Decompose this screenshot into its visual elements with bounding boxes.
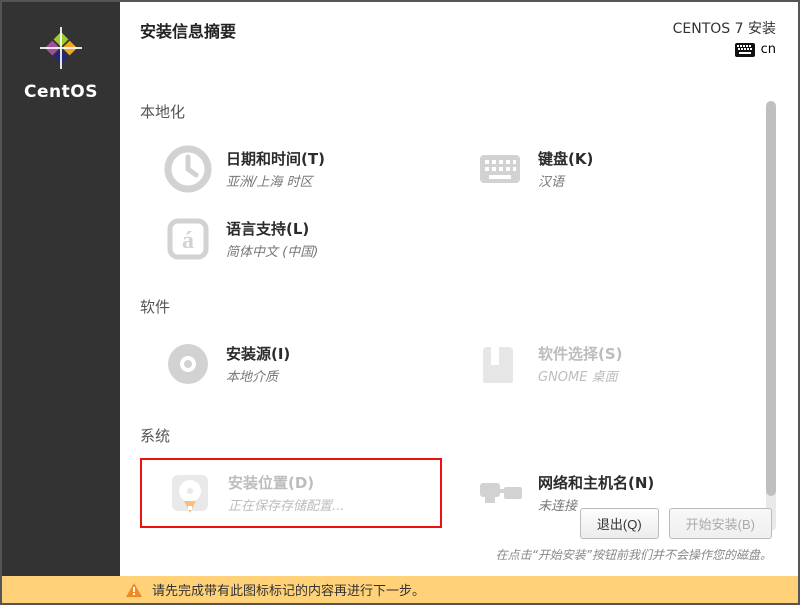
- section-title-software: 软件: [140, 296, 754, 317]
- spoke-keyboard[interactable]: 键盘(K) 汉语: [452, 134, 754, 204]
- keyboard-indicator[interactable]: cn: [735, 42, 776, 57]
- spoke-label: 日期和时间(T): [226, 148, 325, 169]
- warning-icon: [126, 583, 142, 597]
- begin-install-button[interactable]: 开始安装(B): [669, 508, 772, 539]
- package-icon: [476, 340, 524, 388]
- scrollbar-thumb[interactable]: [766, 101, 776, 496]
- spoke-label: 安装源(I): [226, 343, 290, 364]
- hard-disk-icon: [166, 469, 214, 517]
- disc-icon: [164, 340, 212, 388]
- svg-text:á: á: [182, 228, 194, 254]
- header: 安装信息摘要 CENTOS 7 安装 cn: [140, 18, 776, 61]
- keyboard-code: cn: [761, 42, 776, 57]
- spoke-status: 本地介质: [226, 366, 290, 385]
- spoke-language[interactable]: á 语言支持(L) 简体中文 (中国): [140, 204, 442, 274]
- section-title-system: 系统: [140, 425, 754, 446]
- language-icon: á: [164, 215, 212, 263]
- spoke-software-selection[interactable]: 软件选择(S) GNOME 桌面: [452, 329, 754, 399]
- spoke-install-source[interactable]: 安装源(I) 本地介质: [140, 329, 442, 399]
- keyboard-icon: [735, 43, 755, 57]
- header-right: CENTOS 7 安装 cn: [673, 18, 776, 61]
- main-area: 安装信息摘要 CENTOS 7 安装 cn 本地化: [120, 2, 798, 577]
- warning-bar[interactable]: 请先完成带有此图标标记的内容再进行下一步。: [2, 576, 798, 603]
- spoke-label: 网络和主机名(N): [538, 472, 654, 493]
- spoke-status: 亚洲/上海 时区: [226, 171, 325, 190]
- footer-buttons: 退出(Q) 开始安装(B): [580, 508, 772, 539]
- spoke-status: 汉语: [538, 171, 593, 190]
- spoke-status: 正在保存存储配置...: [228, 495, 344, 514]
- footer-hint: 在点击“开始安装”按钮前我们并不会操作您的磁盘。: [496, 546, 772, 563]
- quit-button[interactable]: 退出(Q): [580, 508, 659, 539]
- brand-label: CentOS: [24, 82, 98, 102]
- section-title-localization: 本地化: [140, 101, 754, 122]
- keyboard-icon: [476, 145, 524, 193]
- sidebar: CentOS: [2, 2, 120, 577]
- warning-text: 请先完成带有此图标标记的内容再进行下一步。: [152, 580, 425, 599]
- spoke-status: 简体中文 (中国): [226, 241, 318, 260]
- spoke-label: 键盘(K): [538, 148, 593, 169]
- page-title: 安装信息摘要: [140, 18, 236, 42]
- content: 本地化 日期和时间(T) 亚洲/上海 时区: [140, 101, 776, 541]
- spoke-install-destination[interactable]: 安装位置(D) 正在保存存储配置...: [140, 458, 442, 528]
- spoke-label: 语言支持(L): [226, 218, 318, 239]
- clock-icon: [164, 145, 212, 193]
- spoke-status: GNOME 桌面: [538, 366, 623, 385]
- spoke-label: 软件选择(S): [538, 343, 623, 364]
- content-scrollbar[interactable]: [766, 101, 776, 531]
- centos-logo-icon: [33, 20, 89, 76]
- spoke-date-time[interactable]: 日期和时间(T) 亚洲/上海 时区: [140, 134, 442, 204]
- spoke-label: 安装位置(D): [228, 472, 344, 493]
- network-icon: [476, 469, 524, 517]
- product-label: CENTOS 7 安装: [673, 18, 776, 38]
